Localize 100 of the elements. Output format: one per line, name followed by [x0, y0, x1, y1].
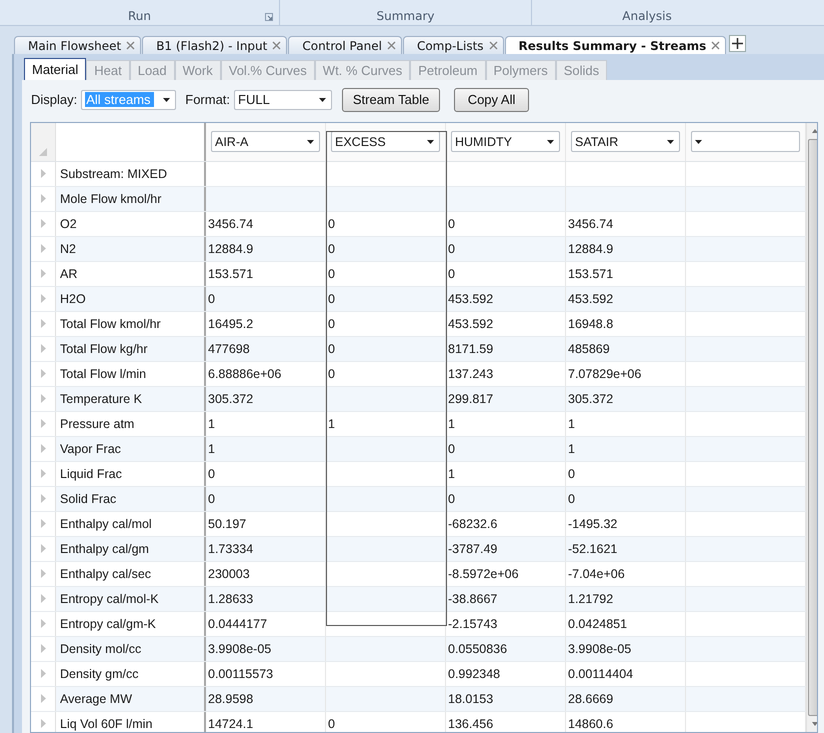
close-icon — [711, 41, 720, 50]
table-cell: 0 — [446, 212, 566, 236]
expand-arrow-icon — [40, 194, 46, 204]
table-cell: 305.372 — [206, 386, 326, 411]
table-cell: 485869 — [566, 336, 686, 361]
expand-arrow-icon — [40, 394, 46, 404]
row-label: Enthalpy cal/gm — [56, 536, 206, 561]
close-icon — [386, 41, 396, 50]
expand-arrow-icon — [40, 269, 46, 278]
table-cell: 1 — [446, 412, 566, 436]
table-cell: 0.992348 — [446, 662, 566, 686]
plus-icon — [732, 38, 744, 49]
row-label: N2 — [56, 236, 206, 261]
document-tab[interactable]: Control Panel — [288, 36, 402, 54]
table-cell: 1.73334 — [206, 536, 326, 561]
row-label: Total Flow kg/hr — [56, 336, 206, 361]
table-cell: 0 — [326, 336, 446, 361]
document-tab[interactable]: Results Summary - Streams — [504, 36, 726, 54]
expand-arrow-icon — [40, 669, 46, 678]
expand-arrow-icon — [40, 244, 46, 254]
dropdown[interactable]: FULL — [234, 90, 332, 110]
expand-arrow-icon — [40, 369, 46, 378]
copy-all-button[interactable]: Copy All — [454, 88, 530, 112]
expand-arrow-icon — [40, 444, 46, 454]
expand-arrow-icon — [40, 169, 46, 178]
expand-arrow-icon — [40, 569, 46, 578]
table-cell: -38.8667 — [446, 586, 566, 611]
table-cell: 0 — [566, 486, 686, 511]
ribbon-group-label: Analysis — [622, 9, 672, 23]
table-cell: 0 — [446, 236, 566, 261]
close-icon — [272, 41, 282, 50]
table-cell: 1 — [326, 412, 446, 436]
table-cell: 8171.59 — [446, 336, 566, 361]
expand-arrow-icon — [40, 544, 46, 554]
table-cell: 1 — [206, 436, 326, 461]
expand-arrow-icon — [40, 519, 46, 528]
table-cell: 50.197 — [206, 512, 326, 536]
expand-arrow-icon — [40, 719, 46, 728]
table-cell: -7.04e+06 — [566, 562, 686, 586]
table-cell: 0 — [446, 486, 566, 511]
table-cell: 136.456 — [446, 712, 566, 732]
table-cell: 0 — [206, 286, 326, 311]
table-cell: 137.243 — [446, 362, 566, 386]
table-cell: 1 — [206, 412, 326, 436]
expand-arrow-icon — [40, 694, 46, 704]
row-label: Average MW — [56, 686, 206, 711]
table-cell: 0 — [206, 486, 326, 511]
document-tab[interactable]: B1 (Flash2) - Input — [142, 36, 288, 54]
table-cell: 0.00114404 — [566, 662, 686, 686]
table-cell: 453.592 — [446, 286, 566, 311]
new-tab-button[interactable] — [729, 35, 746, 52]
stream-dropdown[interactable]: HUMIDTY — [451, 131, 560, 152]
expand-arrow-icon — [40, 419, 46, 428]
row-label: Entropy cal/mol-K — [56, 586, 206, 611]
table-cell: 28.6669 — [566, 686, 686, 711]
caret-icon — [319, 98, 326, 102]
table-cell: 3456.74 — [206, 212, 326, 236]
table-cell: 0 — [326, 362, 446, 386]
ribbon-group-label: Run — [128, 9, 151, 23]
table-cell: -8.5972e+06 — [446, 562, 566, 586]
stream-table-button[interactable]: Stream Table — [342, 88, 440, 112]
caret-icon — [667, 140, 674, 144]
expand-arrow-icon — [40, 294, 46, 304]
row-label: H2O — [56, 286, 206, 311]
table-cell: 1 — [446, 462, 566, 486]
row-label: Temperature K — [56, 386, 206, 411]
document-tab[interactable]: Comp-Lists — [402, 36, 504, 54]
caret-icon — [307, 140, 314, 144]
table-cell: 14860.6 — [566, 712, 686, 732]
table-cell: 1.21792 — [566, 586, 686, 611]
expand-arrow-icon — [40, 344, 46, 354]
table-cell: 0 — [326, 712, 446, 732]
caret-icon — [163, 98, 170, 102]
table-cell: -3787.49 — [446, 536, 566, 561]
table-cell: 3.9908e-05 — [206, 636, 326, 661]
table-cell: 305.372 — [566, 386, 686, 411]
results-tab[interactable]: Material — [24, 58, 86, 80]
document-tab[interactable]: Main Flowsheet — [14, 36, 142, 54]
stream-dropdown[interactable]: SATAIR — [571, 131, 680, 152]
row-label: Density mol/cc — [56, 636, 206, 661]
stream-dropdown[interactable] — [691, 131, 800, 152]
table-cell: 1.28633 — [206, 586, 326, 611]
table-cell: 153.571 — [206, 262, 326, 286]
expand-arrow-icon — [40, 594, 46, 604]
table-cell: 299.817 — [446, 386, 566, 411]
stream-dropdown[interactable]: EXCESS — [331, 131, 440, 152]
row-label: Vapor Frac — [56, 436, 206, 461]
table-cell: 230003 — [206, 562, 326, 586]
table-cell: 0 — [326, 212, 446, 236]
stream-dropdown[interactable]: AIR-A — [211, 131, 320, 152]
table-cell: -68232.6 — [446, 512, 566, 536]
table-cell: -52.1621 — [566, 536, 686, 561]
ribbon-group-label: Summary — [376, 9, 434, 23]
row-label: Liq Vol 60F l/min — [56, 712, 206, 732]
caret-icon — [695, 140, 702, 144]
table-cell: 6.88886e+06 — [206, 362, 326, 386]
row-label: Mole Flow kmol/hr — [56, 186, 206, 211]
table-cell: 0.0444177 — [206, 612, 326, 636]
expand-arrow-icon — [40, 219, 46, 228]
table-cell: 453.592 — [566, 286, 686, 311]
